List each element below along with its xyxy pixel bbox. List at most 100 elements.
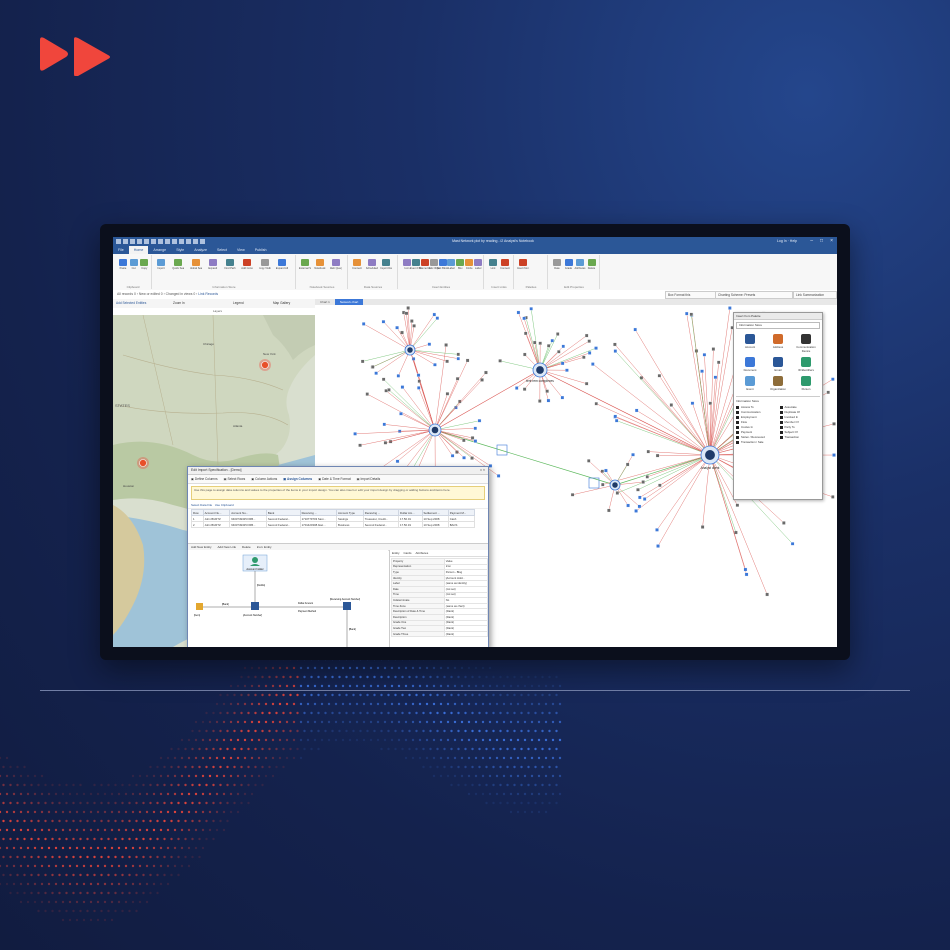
graph-node[interactable] [711,347,716,351]
tab-cards[interactable]: Cards [404,550,412,556]
tab-attributes[interactable]: Attributes [416,550,429,556]
graph-node[interactable] [532,340,537,345]
map-gallery-button[interactable]: Map Gallery [273,301,290,305]
connect-button[interactable]: Connect [499,259,511,273]
insert-from-palette-button[interactable]: Insert from Palette [517,259,529,273]
palette-link-transaction-sale[interactable]: Transaction / Sale [736,440,777,444]
graph-node[interactable] [522,387,527,391]
graph-node[interactable] [587,459,591,463]
graph-node[interactable] [582,355,586,360]
graph-node[interactable] [613,349,618,353]
graph-node[interactable] [371,365,375,369]
graph-node[interactable] [657,373,662,378]
graph-node[interactable] [473,426,478,431]
graph-node[interactable] [404,311,409,316]
graph-node[interactable] [607,508,611,513]
palette-link-payment[interactable]: Payment [736,430,777,434]
graph-node[interactable] [658,483,662,488]
palette-link-associate[interactable]: Associate [780,405,821,409]
graph-node[interactable] [416,373,421,377]
graph-node[interactable] [381,377,386,382]
graph-node[interactable] [689,312,694,317]
box-format-dropdown[interactable]: Box Format this [665,291,716,299]
graph-node[interactable] [455,376,460,381]
charting-scheme-dropdown[interactable]: Charting Scheme: Presets [715,291,793,299]
graph-node[interactable] [556,332,560,336]
graph-node[interactable] [634,509,638,513]
graph-node[interactable] [545,389,549,393]
grade-button[interactable]: Grade [563,259,575,273]
step-assign-columns[interactable]: ▣ Assign Columns [283,477,312,481]
step-import-details[interactable]: ▣ Import Details [357,477,381,481]
graph-node[interactable] [462,438,466,443]
graph-node[interactable] [560,395,565,400]
palette-item-organization[interactable]: Organization [766,376,790,391]
graph-node[interactable] [744,572,749,577]
expand-button[interactable]: Expand [207,259,219,273]
quick-access-toolbar[interactable] [116,239,205,244]
breadcrumb[interactable]: All records 0 › New or edited 0 › Change… [117,292,218,296]
graph-node[interactable] [560,361,565,366]
import-data-button[interactable]: Import Data [380,259,392,273]
graph-node[interactable] [358,443,362,448]
graph-node[interactable] [604,468,608,473]
palette-link-subject-of[interactable]: Subject Of [780,430,821,434]
menu-analyze[interactable]: Analyze [189,246,212,254]
graph-node[interactable] [584,381,589,386]
graph-node[interactable] [456,356,461,361]
select-data-file-button[interactable]: Select Data File [191,503,212,507]
graph-node[interactable] [615,491,620,495]
palette-link-duplicate-of[interactable]: Duplicate Of [780,410,821,414]
login-link[interactable]: Log In · Help [777,239,797,243]
graph-node[interactable] [591,362,595,366]
graph-node[interactable] [645,475,650,479]
graph-node[interactable] [625,462,630,467]
graph-node[interactable] [708,401,713,406]
graph-node[interactable] [400,385,405,389]
graph-node[interactable] [655,528,659,532]
graph-node[interactable] [382,422,387,427]
graph-node[interactable] [546,344,551,348]
graph-node[interactable] [432,312,437,317]
graph-node[interactable] [735,503,740,507]
graph-node[interactable] [655,453,660,458]
label-button[interactable]: Label [472,259,484,273]
graph-node[interactable] [594,346,598,350]
palette-item-event[interactable]: Event [738,376,762,391]
notebook-import-button[interactable]: Notebook Import [314,259,326,273]
graph-node[interactable] [514,386,519,390]
graph-node[interactable] [634,408,639,413]
graph-node[interactable] [410,319,414,323]
graph-node[interactable] [587,351,592,355]
graph-node[interactable] [587,339,591,343]
graph-node[interactable] [728,306,732,310]
graph-node[interactable] [399,411,403,416]
graph-node[interactable] [395,325,399,330]
web-query-button[interactable]: Web Query [330,259,342,273]
graph-node[interactable] [614,418,619,423]
graph-node[interactable] [716,360,721,365]
find-path-button[interactable]: Find Path [224,259,236,273]
palette-item-id-identifiers[interactable]: ID/Identifiers [794,357,818,372]
property-row[interactable]: Grade Three (blank) [391,630,488,638]
graph-node[interactable] [498,359,502,363]
external-searches-button[interactable]: External Searches [299,259,311,273]
graph-node[interactable] [633,327,637,332]
graph-node[interactable] [557,349,561,354]
palette-link-access-to[interactable]: Access To [736,405,777,409]
graph-node[interactable] [416,386,421,390]
window-controls[interactable]: – □ × [810,238,833,244]
graph-node[interactable] [383,441,388,445]
import-button[interactable]: Import [155,259,167,273]
menu-style[interactable]: Style [171,246,189,254]
property-value[interactable]: (blank) [443,630,488,638]
graph-node[interactable] [444,343,448,347]
graph-node[interactable] [631,452,635,457]
graph-node[interactable] [546,398,551,403]
graph-node[interactable] [529,307,533,311]
graph-node[interactable] [496,474,501,478]
graph-node[interactable] [450,454,455,458]
date-button[interactable]: Date [551,259,563,273]
table-row[interactable]: 2 John BURTZ 6403749325 FRB... Second Feder… [191,521,476,528]
graph-node[interactable] [669,403,674,407]
